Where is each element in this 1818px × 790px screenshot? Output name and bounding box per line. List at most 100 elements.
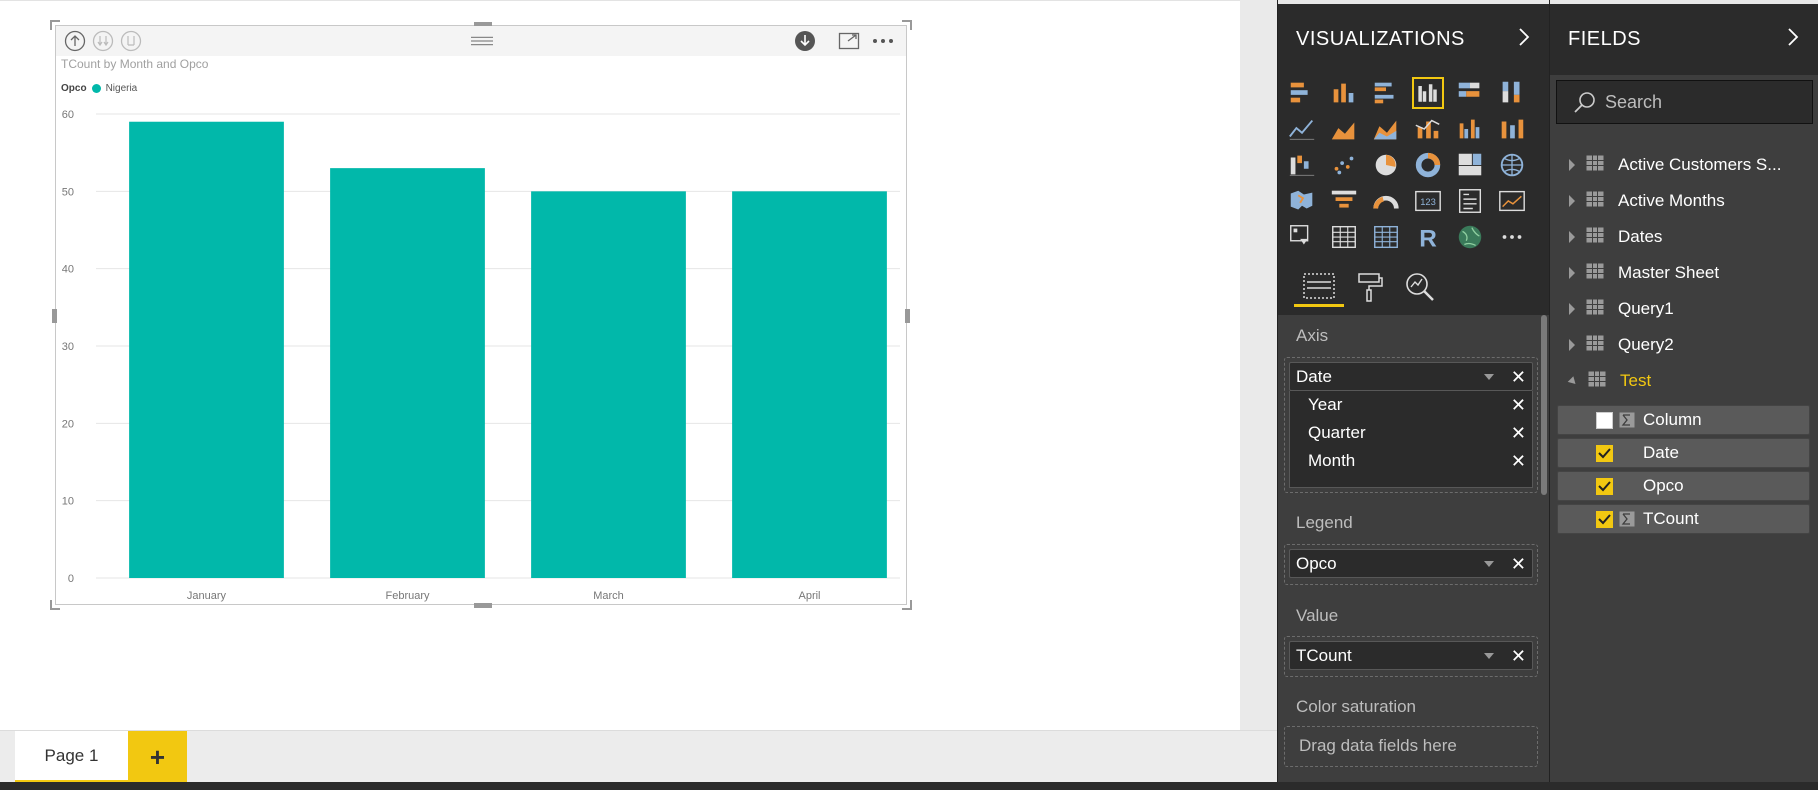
table-item[interactable]: Query1: [1550, 292, 1818, 326]
value-field-tcount[interactable]: TCount ✕: [1289, 641, 1533, 670]
page-tab-1[interactable]: Page 1: [15, 731, 128, 783]
axis-well[interactable]: Date ✕ Year ✕ Quarter ✕ Month ✕: [1284, 357, 1538, 493]
funnel-icon[interactable]: [1328, 185, 1360, 217]
remove-field-icon[interactable]: ✕: [1511, 451, 1526, 472]
chevron-down-icon[interactable]: [1484, 653, 1494, 659]
remove-field-icon[interactable]: ✕: [1511, 367, 1526, 388]
table-item[interactable]: Dates: [1550, 220, 1818, 254]
drill-down-all-icon[interactable]: [92, 30, 114, 52]
bar-march[interactable]: [531, 191, 686, 578]
legend-item-label[interactable]: Nigeria: [106, 83, 138, 94]
card-icon[interactable]: 123: [1412, 185, 1444, 217]
bar-january[interactable]: [129, 121, 284, 578]
r-script-icon[interactable]: R: [1412, 221, 1444, 253]
canvas-scroll-area[interactable]: [1240, 0, 1277, 730]
focus-mode-icon[interactable]: [838, 30, 860, 52]
color-saturation-well[interactable]: Drag data fields here: [1284, 726, 1538, 767]
matrix-icon[interactable]: [1370, 221, 1402, 253]
expand-triangle-icon[interactable]: [1569, 303, 1575, 315]
field-name: TCount: [1643, 509, 1699, 528]
bar-february[interactable]: [330, 168, 485, 578]
waterfall-chart-icon[interactable]: [1286, 149, 1318, 181]
fields-search-input[interactable]: Search: [1556, 80, 1813, 124]
value-well[interactable]: TCount ✕: [1284, 636, 1538, 677]
table-icon: [1586, 191, 1604, 212]
field-item[interactable]: Column: [1557, 405, 1810, 435]
format-paint-roller-icon[interactable]: [1345, 267, 1395, 307]
stacked-area-chart-icon[interactable]: [1370, 113, 1402, 145]
axis-field-date[interactable]: Date ✕: [1289, 362, 1533, 391]
axis-level-month[interactable]: Month ✕: [1290, 447, 1532, 475]
multi-row-card-icon[interactable]: [1454, 185, 1486, 217]
field-checkbox[interactable]: [1596, 510, 1613, 528]
wells-scrollbar[interactable]: [1541, 315, 1547, 495]
pie-chart-icon[interactable]: [1370, 149, 1402, 181]
collapse-visualizations-icon[interactable]: [1517, 26, 1531, 54]
collapse-fields-icon[interactable]: [1786, 26, 1800, 54]
legend-well[interactable]: Opco ✕: [1284, 544, 1538, 585]
map-globe-icon[interactable]: [1496, 149, 1528, 181]
expand-triangle-icon[interactable]: [1569, 267, 1575, 279]
remove-field-icon[interactable]: ✕: [1511, 395, 1526, 416]
x-tick-label: February: [385, 590, 430, 602]
field-checkbox[interactable]: [1596, 444, 1613, 462]
line-clustered-column-icon[interactable]: [1454, 113, 1486, 145]
clustered-column-chart-icon[interactable]: [1412, 77, 1444, 109]
expand-hierarchy-icon[interactable]: [120, 30, 142, 52]
field-item[interactable]: Date: [1557, 438, 1810, 468]
table-item[interactable]: Test: [1550, 364, 1818, 398]
table-item[interactable]: Active Months: [1550, 184, 1818, 218]
table-item[interactable]: Master Sheet: [1550, 256, 1818, 290]
drill-up-icon[interactable]: [64, 30, 86, 52]
chevron-down-icon[interactable]: [1484, 561, 1494, 567]
area-chart-icon[interactable]: [1328, 113, 1360, 145]
more-options-icon[interactable]: [872, 30, 894, 52]
legend-field-opco[interactable]: Opco ✕: [1289, 549, 1533, 578]
treemap-icon[interactable]: [1454, 149, 1486, 181]
line-chart-icon[interactable]: [1286, 113, 1318, 145]
table-item[interactable]: Query2: [1550, 328, 1818, 362]
remove-field-icon[interactable]: ✕: [1511, 423, 1526, 444]
remove-field-icon[interactable]: ✕: [1511, 554, 1526, 575]
more-visuals-icon[interactable]: [1496, 221, 1528, 253]
field-checkbox[interactable]: [1596, 411, 1613, 429]
bar-april[interactable]: [732, 191, 887, 578]
table-item[interactable]: Active Customers S...: [1550, 148, 1818, 182]
ribbon-chart-icon[interactable]: [1496, 113, 1528, 145]
field-item[interactable]: TCount: [1557, 504, 1810, 534]
stacked-bar-chart-icon[interactable]: [1286, 77, 1318, 109]
axis-level-year[interactable]: Year ✕: [1290, 391, 1532, 419]
add-page-button[interactable]: +: [128, 731, 187, 783]
clustered-bar-chart-icon[interactable]: [1370, 77, 1402, 109]
donut-chart-icon[interactable]: [1412, 149, 1444, 181]
expand-triangle-icon[interactable]: [1569, 231, 1575, 243]
stacked-column-chart-icon[interactable]: [1328, 77, 1360, 109]
collapse-triangle-icon[interactable]: [1567, 375, 1579, 387]
analytics-magnifier-icon[interactable]: [1395, 267, 1445, 307]
field-item[interactable]: Opco: [1557, 471, 1810, 501]
100-stacked-bar-icon[interactable]: [1454, 77, 1486, 109]
drag-grip-icon[interactable]: [471, 30, 493, 52]
expand-triangle-icon[interactable]: [1569, 159, 1575, 171]
slicer-icon[interactable]: [1286, 221, 1318, 253]
gauge-icon[interactable]: [1370, 185, 1402, 217]
column-chart-visual[interactable]: TCount by Month and Opco Opco Nigeria 0 1…: [50, 20, 912, 610]
scatter-chart-icon[interactable]: [1328, 149, 1360, 181]
report-canvas[interactable]: TCount by Month and Opco Opco Nigeria 0 1…: [0, 0, 1240, 730]
arcgis-globe-icon[interactable]: [1454, 221, 1486, 253]
remove-field-icon[interactable]: ✕: [1511, 646, 1526, 667]
100-stacked-column-icon[interactable]: [1496, 77, 1528, 109]
axis-level-quarter[interactable]: Quarter ✕: [1290, 419, 1532, 447]
drill-mode-icon[interactable]: [794, 30, 816, 52]
table-icon[interactable]: [1328, 221, 1360, 253]
axis-hierarchy-list: Year ✕ Quarter ✕ Month ✕: [1289, 391, 1533, 488]
chevron-down-icon[interactable]: [1484, 374, 1494, 380]
expand-triangle-icon[interactable]: [1569, 339, 1575, 351]
field-checkbox[interactable]: [1596, 477, 1613, 495]
kpi-icon[interactable]: [1496, 185, 1528, 217]
filled-map-icon[interactable]: [1286, 185, 1318, 217]
expand-triangle-icon[interactable]: [1569, 195, 1575, 207]
visualizations-pane: VISUALIZATIONS 123 R Axis Date ✕ Year ✕ …: [1277, 0, 1550, 782]
line-column-chart-icon[interactable]: [1412, 113, 1444, 145]
fields-tab-icon[interactable]: [1294, 267, 1344, 307]
